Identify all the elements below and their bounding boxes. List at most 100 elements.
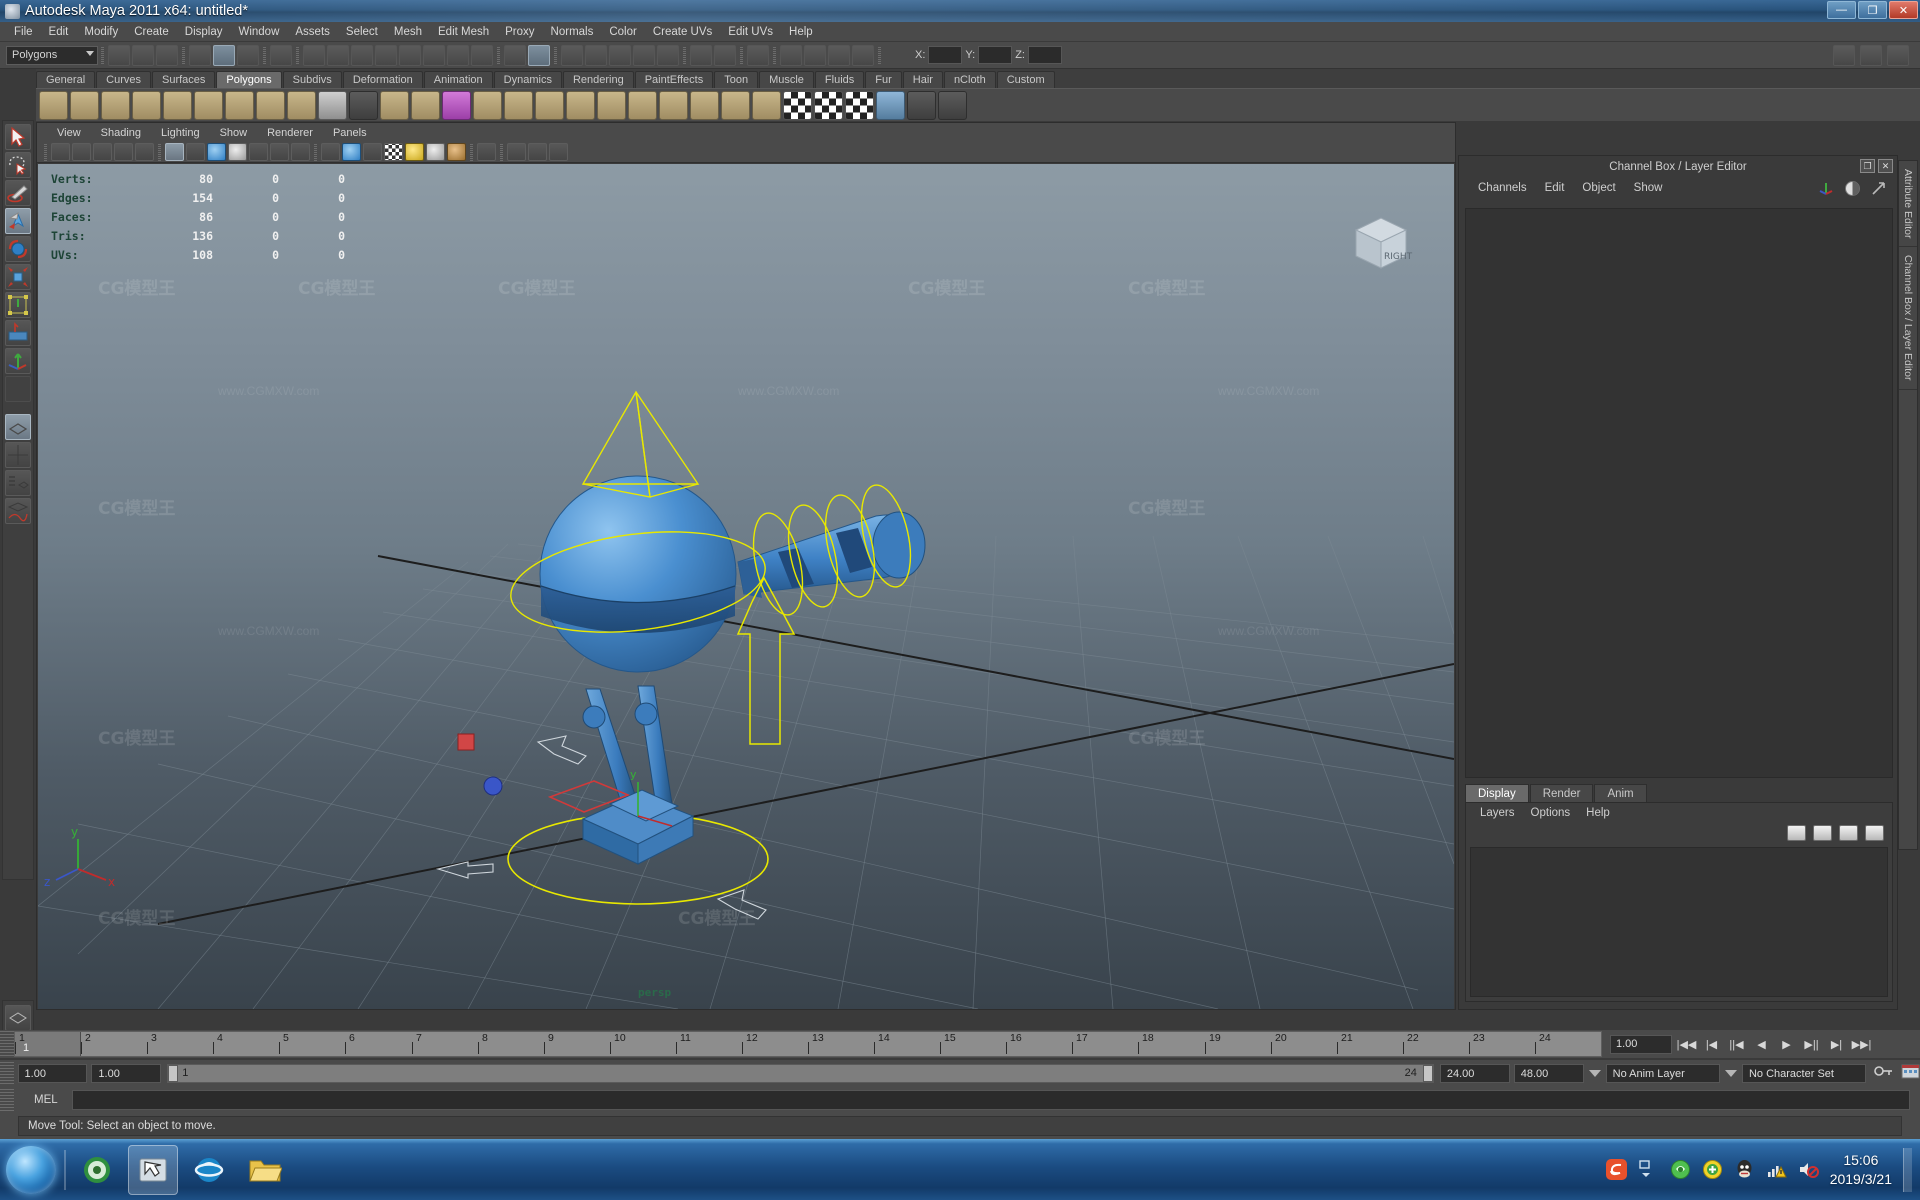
snap-to-point-icon[interactable] [609,44,631,66]
extrude-icon[interactable] [597,90,626,120]
two-d-pan-zoom-icon[interactable] [135,143,154,161]
panel-close-button[interactable]: ✕ [1878,159,1893,173]
layer-editor-menu-bar[interactable]: Layers Options Help [1466,803,1892,822]
create-layer-from-selected-icon[interactable] [1787,825,1806,841]
step-forward-frame-button[interactable]: ▶|| [1801,1034,1822,1054]
layer-menu-layers[interactable]: Layers [1472,807,1523,819]
booleans-icon[interactable] [535,90,564,120]
safe-title-icon[interactable] [291,143,310,161]
smooth-proxy-icon[interactable] [442,90,471,120]
step-forward-key-button[interactable]: ▶| [1826,1034,1847,1054]
persp-graph-layout-icon[interactable] [5,498,31,524]
mirror-geometry-icon[interactable] [566,90,595,120]
select-tool-icon[interactable] [5,124,31,150]
menu-item-display[interactable]: Display [177,24,231,40]
paint-selection-tool-icon[interactable] [5,180,31,206]
command-line-language-label[interactable]: MEL [14,1094,72,1106]
menu-item-mesh[interactable]: Mesh [386,24,430,40]
shelf-tab-fluids[interactable]: Fluids [814,71,865,88]
menu-item-select[interactable]: Select [338,24,386,40]
time-slider-row[interactable]: 1 1 2 3 4 5 6 7 8 9 10 11 12 13 14 15 16 17 18 19 20 21 22 23 2… [0,1030,1920,1058]
channel-box-attribute-list[interactable] [1465,208,1893,778]
menu-item-edit-mesh[interactable]: Edit Mesh [430,24,497,40]
camera-attributes-icon[interactable] [72,143,91,161]
transform-coordinate-fields[interactable]: X: Y: Z: [888,45,1062,66]
layer-tab-display[interactable]: Display [1465,784,1529,802]
use-all-lights-icon[interactable] [426,143,445,161]
highlight-selection-icon[interactable] [528,44,550,66]
channel-box-layer-editor-panel[interactable]: Channel Box / Layer Editor ❐ ✕ Channels E… [1458,155,1898,1010]
range-slider-grip[interactable] [0,1061,14,1086]
snap-to-curve-icon[interactable] [585,44,607,66]
auto-key-icon[interactable] [1874,1063,1894,1084]
contrast-toggle-icon[interactable] [1844,180,1861,202]
layer-menu-help[interactable]: Help [1578,807,1618,819]
exposure-icon[interactable] [549,143,568,161]
xray-icon[interactable] [507,143,526,161]
start-button[interactable] [6,1145,56,1194]
layer-list[interactable] [1470,847,1888,997]
polygon-cube-icon[interactable] [70,90,99,120]
viewport-menu-renderer[interactable]: Renderer [257,127,323,139]
last-tool-used-icon[interactable] [5,376,31,402]
select-by-object-type-icon[interactable] [213,44,235,66]
qq-icon[interactable] [1734,1159,1755,1180]
polygon-plane-icon[interactable] [163,90,192,120]
time-slider-grip[interactable] [0,1031,14,1057]
shelf-tab-deformation[interactable]: Deformation [342,71,423,88]
range-start-handle[interactable] [168,1065,179,1082]
go-to-end-button[interactable]: ▶▶| [1851,1034,1872,1054]
pivot-mask-icon[interactable] [423,44,445,66]
panel-restore-button[interactable]: ❐ [1860,159,1875,173]
shelf-tab-painteffects[interactable]: PaintEffects [634,71,714,88]
help-mask-icon[interactable] [471,44,493,66]
toggle-tool-settings-icon[interactable] [1860,44,1882,66]
shelf-tab-polygons[interactable]: Polygons [216,71,282,88]
play-backwards-button[interactable]: ◀ [1751,1034,1772,1054]
shelf-tab-animation[interactable]: Animation [423,71,493,88]
polygon-soccer-ball-icon[interactable] [349,90,378,120]
smooth-shade-all-icon[interactable] [342,143,361,161]
toggle-attribute-editor-icon[interactable] [1833,44,1855,66]
save-scene-icon[interactable] [156,44,178,66]
range-end-handle[interactable] [1422,1065,1433,1082]
go-to-start-button[interactable]: |◀◀ [1676,1034,1697,1054]
snap-to-grid-icon[interactable] [561,44,583,66]
taskbar-clock[interactable]: 15:06 2019/3/21 [1830,1151,1892,1189]
viewport-menu-view[interactable]: View [47,127,91,139]
minimize-button[interactable]: — [1827,1,1856,19]
shelf-tab-muscle[interactable]: Muscle [759,71,814,88]
render-current-frame-icon[interactable] [780,44,802,66]
cylindrical-mapping-icon[interactable] [845,90,874,120]
append-polygon-icon[interactable] [690,90,719,120]
gate-mask-icon[interactable] [228,143,247,161]
hull-mask-icon[interactable] [399,44,421,66]
x-field[interactable] [928,46,963,64]
channelbox-menu-edit[interactable]: Edit [1536,182,1574,194]
shelf-tab-general[interactable]: General [36,71,96,88]
polygon-torus-icon[interactable] [194,90,223,120]
polygon-helix-icon[interactable] [318,90,347,120]
snap-to-projected-center-icon[interactable] [633,44,655,66]
create-render-pass-icon[interactable] [1865,825,1884,841]
step-back-frame-button[interactable]: ||◀ [1726,1034,1747,1054]
sogou-icon[interactable] [1605,1159,1627,1180]
combine-icon[interactable] [473,90,502,120]
smooth-shade-selected-icon[interactable] [363,143,382,161]
playback-speed-field[interactable]: 1.00 [1610,1034,1672,1054]
layer-tab-anim[interactable]: Anim [1594,784,1647,802]
polygon-prism-icon[interactable] [225,90,254,120]
view-cube[interactable]: RIGHT [1348,212,1414,274]
taskbar-item-ie[interactable] [184,1145,234,1195]
hypershade-icon[interactable] [852,44,874,66]
hotbox-settings-icon[interactable] [5,1005,31,1031]
planar-mapping-icon[interactable] [814,90,843,120]
sidebar-toggle-group[interactable] [1832,44,1910,66]
taskbar-item-maya[interactable] [128,1144,178,1195]
image-plane-icon[interactable] [114,143,133,161]
use-default-lighting-icon[interactable] [405,143,424,161]
manipulator-axis-icon[interactable] [1818,180,1835,202]
anim-end-field[interactable]: 48.00 [1513,1064,1584,1083]
uv-checker-icon[interactable] [783,90,812,120]
safe-action-icon[interactable] [270,143,289,161]
